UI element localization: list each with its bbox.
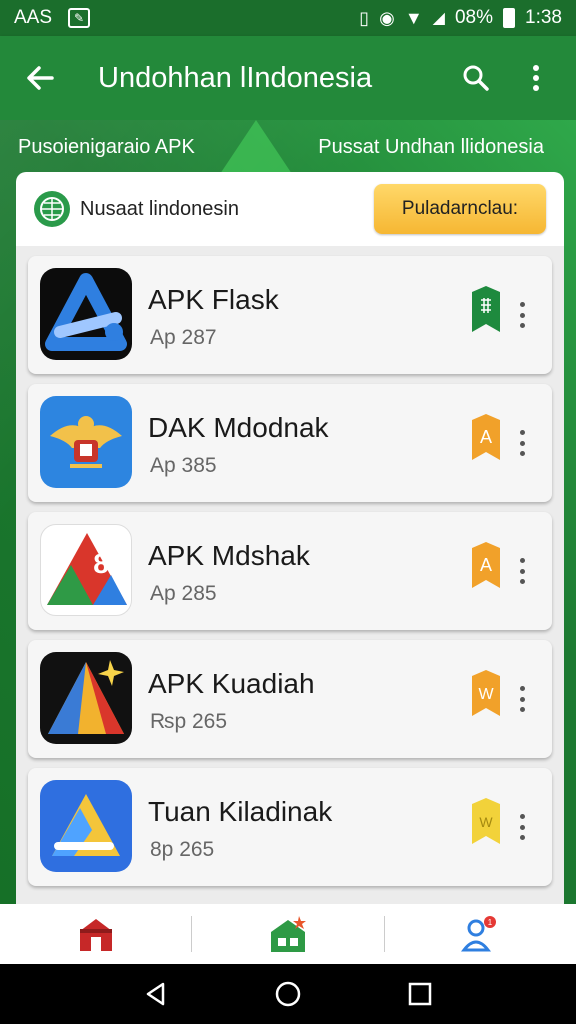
arrow-left-icon	[27, 66, 54, 90]
vibrate-icon: ▯	[359, 7, 370, 28]
garuda-emblem-icon	[40, 396, 132, 488]
app-name: APK Flask	[148, 284, 279, 315]
section-label-left[interactable]: Pusoienigaraio APK	[18, 136, 195, 159]
nav-store[interactable]	[192, 904, 383, 964]
list-item[interactable]: DAK Mdodnak Ap 385 A	[28, 384, 552, 502]
svg-text:W: W	[478, 686, 494, 703]
back-button[interactable]	[18, 56, 62, 100]
bookmark-badge-icon	[472, 286, 500, 332]
clock: 1:38	[525, 7, 562, 28]
blue-triangle-app-icon	[40, 268, 132, 360]
item-menu-button[interactable]	[518, 430, 526, 456]
wifi-icon: ▼	[404, 7, 423, 28]
bottom-nav: 1	[0, 904, 576, 964]
promo-button[interactable]: Puladarnclau:	[374, 184, 546, 234]
item-menu-button[interactable]	[518, 302, 526, 328]
app-name: DAK Mdodnak	[148, 412, 329, 443]
red-green-triangle-app-icon: 8	[40, 524, 132, 616]
item-menu-button[interactable]	[518, 814, 526, 840]
globe-icon	[34, 191, 70, 227]
app-name: Tuan Kiladinak	[148, 796, 333, 827]
system-nav-bar	[0, 964, 576, 1024]
home-icon	[79, 919, 112, 951]
more-vertical-icon	[533, 65, 539, 91]
system-recents-button[interactable]	[400, 974, 440, 1014]
system-home-button[interactable]	[268, 974, 308, 1014]
svg-text:A: A	[480, 427, 492, 447]
list-item[interactable]: APK Flask Ap 287	[28, 256, 552, 374]
content-area: Pusoienigaraio APK Pussat Undhan llidone…	[0, 120, 576, 904]
section-labels: Pusoienigaraio APK Pussat Undhan llidone…	[0, 136, 576, 166]
svg-text:8: 8	[93, 548, 109, 579]
bookmark-badge-icon: A	[472, 414, 500, 460]
page-title: Undohhan lIndonesia	[98, 61, 373, 94]
list-item[interactable]: Tuan Kiladinak 8p 265 W	[28, 768, 552, 886]
battery-icon	[503, 8, 516, 28]
blue-yellow-app-icon	[40, 780, 132, 872]
overflow-menu-button[interactable]	[514, 56, 558, 100]
triangle-back-icon	[146, 982, 165, 1006]
store-name: Nusaat lindonesin	[80, 197, 239, 220]
app-name: APK Mdshak	[148, 540, 310, 571]
square-recents-icon	[408, 982, 432, 1006]
section-label-right[interactable]: Pussat Undhan llidonesia	[318, 136, 544, 159]
bookmark-badge-icon: W	[472, 798, 500, 844]
svg-text:A: A	[480, 555, 492, 575]
list-item[interactable]: 8 APK Mdshak Ap 285 A	[28, 512, 552, 630]
app-name: APK Kuadiah	[148, 668, 315, 699]
bookmark-badge-icon: A	[472, 542, 500, 588]
alarm-icon: ◉	[379, 7, 395, 28]
status-bar: AAS ✎ ▯ ◉ ▼ ◢ 08% 1:38	[0, 0, 576, 36]
nav-account[interactable]: 1	[385, 904, 576, 964]
store-header: Nusaat lindonesin Puladarnclau:	[16, 172, 564, 246]
app-price: Ap 285	[150, 582, 217, 605]
app-bar: Undohhan lIndonesia	[0, 36, 576, 120]
battery-percent: 08%	[454, 7, 494, 28]
signal-icon: ◢	[432, 10, 445, 27]
app-price: ₨p 265	[150, 710, 227, 733]
svg-text:1: 1	[488, 918, 493, 927]
item-menu-button[interactable]	[518, 558, 526, 584]
app-price: Ap 385	[150, 454, 217, 477]
dark-triangle-app-icon	[40, 652, 132, 744]
system-back-button[interactable]	[136, 974, 176, 1014]
item-menu-button[interactable]	[518, 686, 526, 712]
account-icon: 1	[461, 916, 497, 952]
bookmark-badge-icon: W	[472, 670, 500, 716]
store-icon	[270, 916, 306, 952]
circle-home-icon	[275, 981, 301, 1007]
search-button[interactable]	[454, 56, 498, 100]
notification-icon: ✎	[68, 8, 91, 28]
svg-text:W: W	[479, 814, 493, 830]
search-icon	[463, 65, 489, 91]
app-list: APK Flask Ap 287 DAK Mdodnak Ap 385 A 8 …	[16, 246, 564, 904]
carrier-label: AAS	[14, 7, 53, 28]
app-price: 8p 265	[150, 838, 215, 861]
nav-home[interactable]	[0, 904, 191, 964]
app-price: Ap 287	[150, 326, 217, 349]
list-item[interactable]: APK Kuadiah ₨p 265 W	[28, 640, 552, 758]
